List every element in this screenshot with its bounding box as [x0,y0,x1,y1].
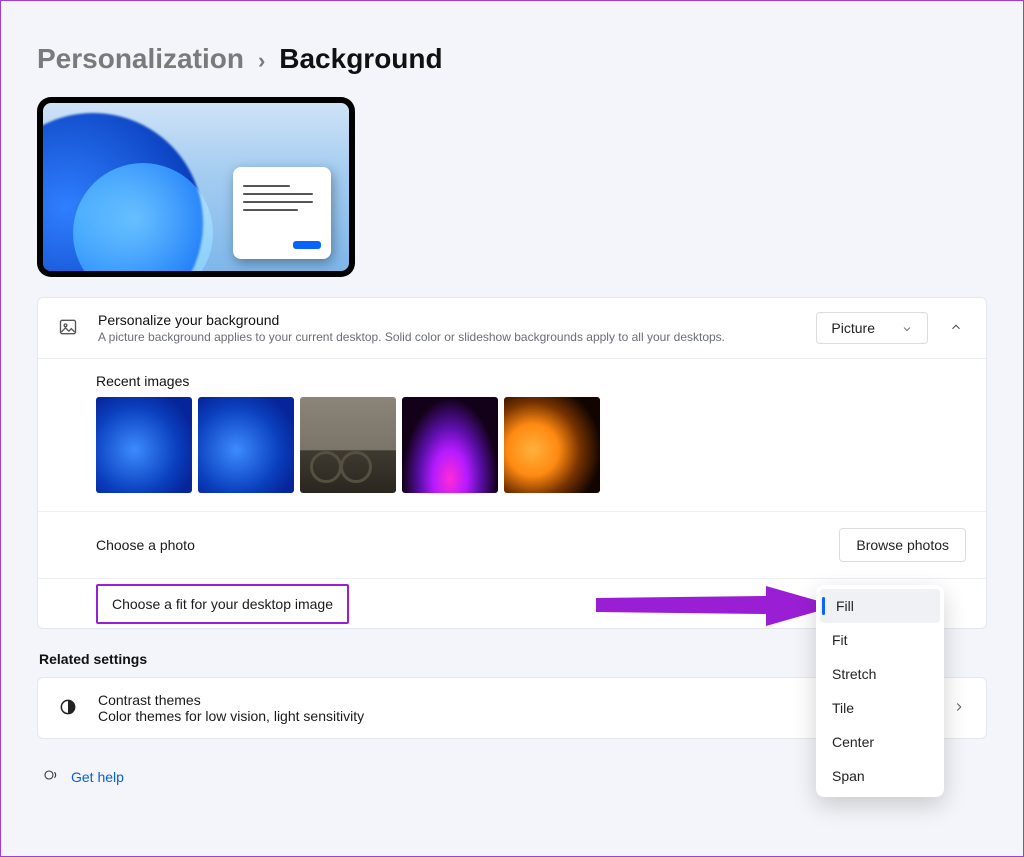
fit-dropdown-menu: Fill Fit Stretch Tile Center Span [816,585,944,797]
chevron-right-icon [952,700,966,717]
choose-fit-label: Choose a fit for your desktop image [112,596,333,612]
browse-photos-button[interactable]: Browse photos [839,528,966,562]
section-collapse-button[interactable] [946,320,966,337]
breadcrumb-separator: › [258,48,265,74]
personalize-title: Personalize your background [98,312,816,328]
recent-image-1[interactable] [96,397,192,493]
fit-option-fill[interactable]: Fill [820,589,940,623]
breadcrumb: Personalization › Background [37,43,987,75]
fit-option-span[interactable]: Span [820,759,940,793]
help-icon [43,767,59,786]
annotation-highlight-box: Choose a fit for your desktop image [96,584,349,624]
contrast-icon [58,697,80,720]
annotation-arrow [596,586,836,629]
fit-option-center[interactable]: Center [820,725,940,759]
background-settings-panel: Personalize your background A picture ba… [37,297,987,629]
choose-photo-row: Choose a photo Browse photos [38,511,986,578]
desktop-preview [37,97,355,277]
background-type-dropdown[interactable]: Picture [816,312,928,344]
get-help-link[interactable]: Get help [71,769,124,785]
recent-image-3[interactable] [300,397,396,493]
fit-option-tile[interactable]: Tile [820,691,940,725]
fit-option-stretch[interactable]: Stretch [820,657,940,691]
background-type-value: Picture [831,320,875,336]
chevron-down-icon [901,322,913,334]
recent-image-5[interactable] [504,397,600,493]
image-icon [58,317,80,340]
fit-option-fit[interactable]: Fit [820,623,940,657]
recent-images-section: Recent images [38,358,986,511]
breadcrumb-current: Background [279,43,442,75]
choose-photo-label: Choose a photo [96,537,839,553]
personalize-row: Personalize your background A picture ba… [38,298,986,358]
recent-images-label: Recent images [96,373,966,389]
preview-window-icon [233,167,331,259]
choose-fit-row: Choose a fit for your desktop image Fill… [38,578,986,628]
breadcrumb-parent[interactable]: Personalization [37,43,244,75]
recent-image-4[interactable] [402,397,498,493]
recent-image-2[interactable] [198,397,294,493]
personalize-desc: A picture background applies to your cur… [98,330,816,344]
